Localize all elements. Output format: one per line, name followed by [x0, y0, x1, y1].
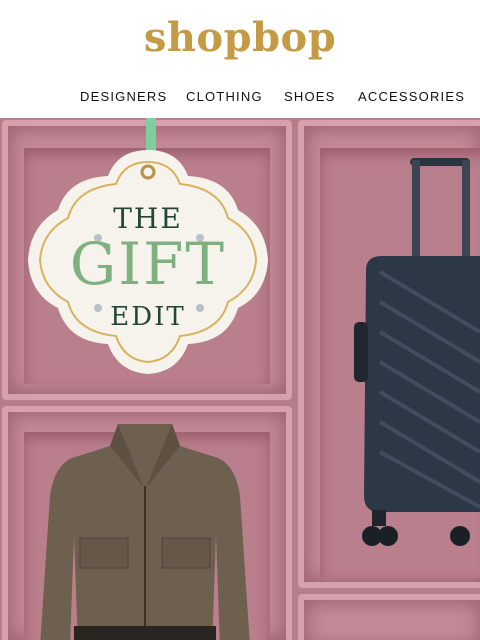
jacket-image[interactable] [40, 416, 250, 640]
nav-designers[interactable]: DESIGNERS [80, 89, 167, 104]
tag-text-gift: GIFT [69, 230, 227, 298]
site-header: shopbop DESIGNERS CLOTHING SHOES ACCESSO… [0, 0, 480, 118]
nav-clothing[interactable]: CLOTHING [186, 89, 263, 104]
main-nav: DESIGNERS CLOTHING SHOES ACCESSORIES [0, 89, 480, 107]
suitcase-image[interactable] [340, 152, 480, 562]
gift-edit-tag: THE GIFT EDIT [28, 118, 278, 408]
nav-shoes[interactable]: SHOES [284, 89, 336, 104]
tag-text-edit: EDIT [110, 302, 186, 332]
shopbop-logo[interactable]: shopbop [0, 14, 480, 61]
gift-edit-hero-banner[interactable]: THE GIFT EDIT [0, 118, 480, 640]
nav-accessories[interactable]: ACCESSORIES [358, 89, 465, 104]
shelf-cell-bottom-right [298, 594, 480, 640]
